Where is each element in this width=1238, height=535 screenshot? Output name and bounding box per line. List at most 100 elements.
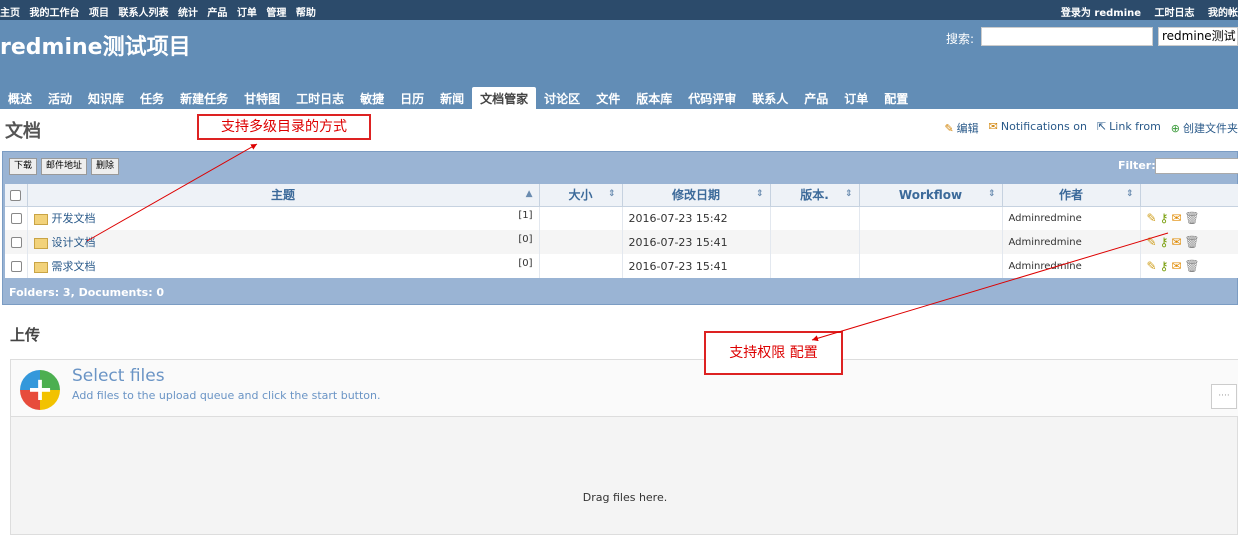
table-row: 设计文档 [0] 2016-07-23 15:41 Adminredmine ✎ ⚷… (5, 230, 1238, 254)
col-size[interactable]: 大小 ⇕ (539, 184, 623, 207)
pencil-icon[interactable]: ✎ (1147, 259, 1157, 273)
size-cell (539, 206, 623, 230)
top-link-my-account[interactable]: 我的帐 (1208, 8, 1238, 19)
row-checkbox[interactable] (11, 213, 22, 225)
documents-table: 主题 ▲ 大小 ⇕ 修改日期 ⇕ 版本. ⇕ Workflow ⇕ 作者 ⇕ 开发文档 [1]… (5, 184, 1238, 278)
tab-code-review[interactable]: 代码评审 (680, 87, 744, 109)
select-all-checkbox[interactable] (10, 189, 22, 201)
col-subject[interactable]: 主题 ▲ (27, 184, 540, 207)
tab-repository[interactable]: 版本库 (628, 87, 680, 109)
tab-calendar[interactable]: 日历 (392, 87, 432, 109)
project-tabs: 概述 活动 知识库 任务 新建任务 甘特图 工时日志 敏捷 日历 新闻 文档管家… (0, 87, 916, 109)
mail-button[interactable]: 邮件地址 (41, 158, 88, 175)
version-cell (770, 230, 860, 254)
trash-icon[interactable]: 🗑 (1184, 211, 1199, 225)
author-cell: Adminredmine (1002, 206, 1141, 230)
tab-activity[interactable]: 活动 (40, 87, 80, 109)
folder-link[interactable]: 开发文档 (52, 212, 96, 225)
filter-input[interactable] (1155, 158, 1238, 174)
search-input[interactable] (981, 27, 1153, 46)
table-row: 需求文档 [0] 2016-07-23 15:41 Adminredmine ✎ ⚷… (5, 254, 1238, 278)
version-cell (770, 206, 860, 230)
top-menu-left: 主页 我的工作台 项目 联系人列表 统计 产品 订单 管理 帮助 (0, 4, 322, 19)
folder-icon (33, 237, 48, 249)
tab-timelog[interactable]: 工时日志 (288, 87, 352, 109)
mail-icon[interactable]: ✉ (1171, 235, 1181, 249)
project-jump-select[interactable]: redmine测试 (1158, 27, 1238, 46)
notifications-action[interactable]: ✉ Notifications on (989, 120, 1087, 136)
tab-settings[interactable]: 配置 (876, 87, 916, 109)
annotation-callout-permissions: 支持权限 配置 (704, 331, 843, 375)
sort-icon: ⇕ (755, 189, 764, 199)
delete-button[interactable]: 删除 (91, 158, 120, 175)
tab-contacts[interactable]: 联系人 (744, 87, 796, 109)
top-link-help[interactable]: 帮助 (296, 8, 316, 19)
top-link-orders[interactable]: 订单 (237, 8, 257, 19)
folder-link[interactable]: 需求文档 (52, 260, 96, 273)
select-all-header (5, 184, 28, 207)
item-count: [0] (518, 258, 533, 269)
create-folder-action[interactable]: ⊕ 创建文件夹 (1171, 120, 1238, 136)
mail-icon[interactable]: ✉ (1171, 211, 1181, 225)
key-icon[interactable]: ⚷ (1160, 259, 1169, 273)
folder-link[interactable]: 设计文档 (52, 236, 96, 249)
sort-icon: ⇕ (987, 189, 996, 199)
tab-issues[interactable]: 任务 (132, 87, 172, 109)
tab-documents[interactable]: 文档管家 (472, 87, 537, 109)
trash-icon[interactable]: 🗑 (1184, 259, 1199, 273)
top-link-projects[interactable]: 项目 (89, 8, 109, 19)
workflow-cell (859, 206, 1003, 230)
col-author[interactable]: 作者 ⇕ (1002, 184, 1141, 207)
col-workflow[interactable]: Workflow ⇕ (859, 184, 1003, 207)
tab-files[interactable]: 文件 (588, 87, 628, 109)
top-link-contacts[interactable]: 联系人列表 (118, 8, 168, 19)
row-checkbox[interactable] (11, 237, 22, 248)
upload-header: + Select files Add files to the upload q… (11, 360, 1238, 417)
col-version[interactable]: 版本. ⇕ (770, 184, 860, 207)
tab-knowledgebase[interactable]: 知识库 (80, 87, 132, 109)
tab-gantt[interactable]: 甘特图 (236, 87, 288, 109)
plus-icon: ⊕ (1170, 122, 1180, 135)
date-cell: 2016-07-23 15:42 (622, 206, 771, 230)
tab-forums[interactable]: 讨论区 (536, 87, 588, 109)
create-folder-label: 创建文件夹 (1183, 122, 1238, 135)
mail-icon: ✉ (988, 120, 998, 133)
tab-orders[interactable]: 订单 (836, 87, 876, 109)
top-link-home[interactable]: 主页 (0, 8, 20, 19)
link-from-label: Link from (1109, 120, 1161, 133)
project-header: redmine测试项目 搜索: redmine测试 概述 活动 知识库 任务 新… (0, 20, 1238, 109)
list-view-button[interactable]: ···· (1211, 384, 1237, 409)
pencil-icon: ✎ (944, 122, 954, 135)
col-modified[interactable]: 修改日期 ⇕ (622, 184, 771, 207)
trash-icon[interactable]: 🗑 (1184, 235, 1199, 249)
pencil-icon[interactable]: ✎ (1147, 211, 1157, 225)
row-checkbox[interactable] (11, 261, 22, 272)
key-icon[interactable]: ⚷ (1160, 235, 1169, 249)
table-footer: Folders: 3, Documents: 0 (9, 286, 165, 299)
top-link-products[interactable]: 产品 (207, 8, 227, 19)
tab-products[interactable]: 产品 (796, 87, 836, 109)
toolbar: 下载 邮件地址 删除 (9, 158, 120, 175)
tab-agile[interactable]: 敏捷 (352, 87, 392, 109)
author-cell: Adminredmine (1002, 230, 1141, 254)
link-from-action[interactable]: ⇱ Link from (1097, 120, 1161, 136)
top-link-admin[interactable]: 管理 (266, 8, 286, 19)
top-menu-right: 登录为 redmine 工时日志 我的帐 (1051, 4, 1238, 19)
key-icon[interactable]: ⚷ (1160, 211, 1169, 225)
table-row: 开发文档 [1] 2016-07-23 15:42 Adminredmine ✎ ⚷… (5, 206, 1238, 230)
page-title: 文档 (5, 121, 41, 142)
tab-news[interactable]: 新闻 (432, 87, 472, 109)
top-link-timelog[interactable]: 工时日志 (1155, 8, 1195, 19)
plus-icon[interactable]: + (20, 370, 60, 410)
top-link-my-page[interactable]: 我的工作台 (29, 8, 79, 19)
mail-icon[interactable]: ✉ (1171, 259, 1181, 273)
tab-new-issue[interactable]: 新建任务 (172, 87, 236, 109)
select-files-title[interactable]: Select files (72, 366, 165, 386)
pencil-icon[interactable]: ✎ (1147, 235, 1157, 249)
edit-action[interactable]: ✎ 编辑 (944, 120, 978, 136)
workflow-cell (859, 254, 1003, 278)
download-button[interactable]: 下载 (9, 158, 38, 175)
folder-icon (33, 261, 48, 273)
top-link-stats[interactable]: 统计 (178, 8, 198, 19)
tab-overview[interactable]: 概述 (0, 87, 40, 109)
